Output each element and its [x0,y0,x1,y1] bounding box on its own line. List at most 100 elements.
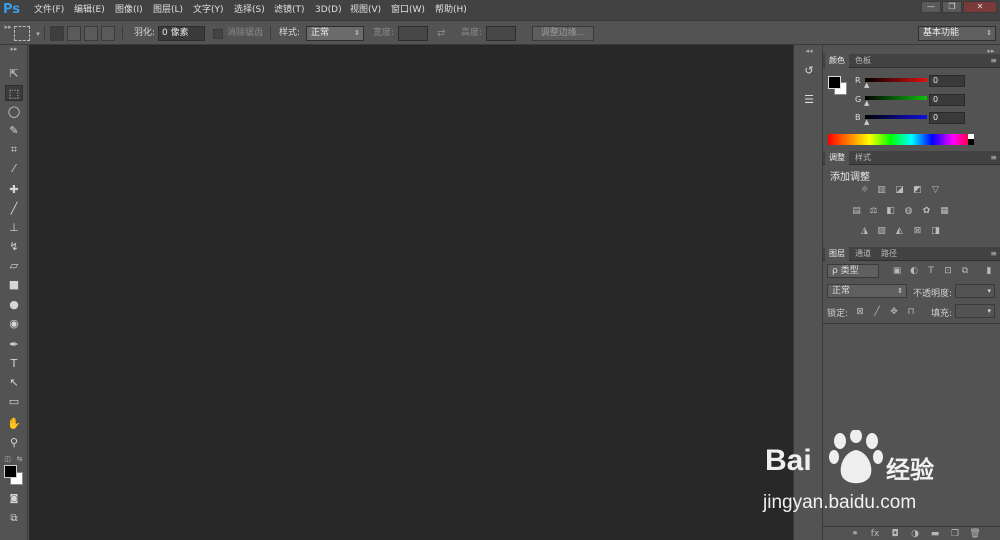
style-select[interactable]: 正常 ⇕ [306,26,364,41]
green-slider[interactable] [865,96,927,100]
green-value[interactable]: 0 [929,94,965,106]
minimize-button[interactable]: — [921,1,941,13]
swap-icon[interactable]: ⇄ [437,27,445,40]
properties-panel-icon[interactable]: ☰ [799,91,819,109]
photo-filter-icon[interactable]: ◍ [902,206,915,217]
layer-style-fx-icon[interactable]: fx [869,528,881,540]
dock-grip-icon[interactable]: ◂◂ [803,45,815,57]
marquee-preset-icon[interactable] [14,26,30,41]
menu-type[interactable]: 文字(Y) [193,3,224,17]
pen-tool-icon[interactable]: ✒ [5,337,23,353]
eraser-tool-icon[interactable]: ▱ [5,258,23,274]
refine-edge-button[interactable]: 调整边缘... [532,26,594,41]
dodge-tool-icon[interactable]: ◉ [5,316,23,332]
blend-mode-select[interactable]: 正常 ⇕ [827,284,907,298]
menu-image[interactable]: 图像(I) [115,3,143,17]
layers-panel-menu-icon[interactable]: ≡ [990,249,997,258]
collapse-grip-icon[interactable]: ▸▸ [2,21,14,33]
invert-icon[interactable]: ◮ [858,226,871,237]
fill-chevron-icon[interactable]: ▾ [987,305,991,317]
tab-channels[interactable]: 通道 [851,247,875,261]
healing-brush-tool-icon[interactable]: ✚ [5,182,23,198]
gradient-map-triangle-icon[interactable]: ▽ [929,185,942,196]
filter-shape-icon[interactable]: ⊡ [942,265,954,277]
marquee-tool-icon[interactable]: ⬚ [5,85,23,101]
menu-select[interactable]: 选择(S) [234,3,265,17]
toolbar-grip-icon[interactable]: ▸▸ [5,45,23,53]
layer-filter-select[interactable]: ρ 类型 [827,264,879,278]
tab-color[interactable]: 颜色 [825,54,849,68]
type-tool-icon[interactable]: T [5,356,23,372]
red-slider-thumb-icon[interactable]: ▲ [864,81,869,89]
color-fg-swatch[interactable] [828,76,841,89]
menu-layer[interactable]: 图层(L) [153,3,183,17]
menu-edit[interactable]: 编辑(E) [74,3,105,17]
antialias-checkbox[interactable] [213,29,223,39]
history-panel-icon[interactable]: ↺ [799,62,819,80]
opacity-chevron-icon[interactable]: ▾ [987,285,991,297]
delete-layer-icon[interactable]: 🗑 [969,528,981,540]
width-input[interactable] [398,26,428,41]
new-selection-icon[interactable] [50,26,64,41]
tab-adjustments[interactable]: 调整 [825,151,849,165]
canvas-area[interactable] [29,45,793,540]
intersect-selection-icon[interactable] [101,26,115,41]
color-spectrum-ramp[interactable] [828,134,974,145]
feather-input[interactable]: 0 像素 [158,26,205,41]
subtract-selection-icon[interactable] [84,26,98,41]
menu-3d[interactable]: 3D(D) [315,3,342,17]
clone-stamp-tool-icon[interactable]: ⊥ [5,220,23,236]
menu-filter[interactable]: 滤镜(T) [274,3,305,17]
color-balance-icon[interactable]: ⚖ [867,206,880,217]
filter-toggle-icon[interactable]: ▮ [985,265,993,277]
red-slider[interactable] [865,78,927,82]
history-brush-tool-icon[interactable]: ↯ [5,239,23,255]
quick-select-tool-icon[interactable]: ✎ [5,123,23,139]
move-tool-icon[interactable]: ⇱ [5,66,23,82]
new-layer-icon[interactable]: ❐ [949,528,961,540]
fill-input[interactable]: ▾ [955,304,995,318]
workspace-select[interactable]: 基本功能 ⇕ [918,26,996,41]
crop-tool-icon[interactable]: ⌗ [5,142,23,158]
gradient-map-icon[interactable]: ◨ [929,226,942,237]
zoom-tool-icon[interactable]: ⚲ [5,435,23,451]
filter-pixel-icon[interactable]: ▣ [891,265,903,277]
menu-help[interactable]: 帮助(H) [435,3,467,17]
brush-tool-icon[interactable]: ╱ [5,201,23,217]
shape-tool-icon[interactable]: ▭ [5,394,23,410]
close-button[interactable]: ✕ [963,1,997,13]
curves-icon[interactable]: ◪ [893,185,906,196]
gradient-tool-icon[interactable]: ■ [5,277,23,293]
menu-file[interactable]: 文件(F) [34,3,64,17]
red-value[interactable]: 0 [929,75,965,87]
menu-window[interactable]: 窗口(W) [391,3,425,17]
lock-transparent-icon[interactable]: ⊠ [854,306,866,318]
vibrance-icon[interactable]: ▤ [850,206,863,217]
height-input[interactable] [486,26,516,41]
exposure-icon[interactable]: ◩ [911,185,924,196]
default-colors-icon[interactable]: ◫ [3,453,12,463]
foreground-color-swatch[interactable] [4,465,17,478]
preset-chevron-down-icon[interactable]: ▾ [32,28,44,40]
color-panel-menu-icon[interactable]: ≡ [990,56,997,65]
tab-styles[interactable]: 样式 [851,151,875,165]
adjust-panel-menu-icon[interactable]: ≡ [990,153,997,162]
filter-adjustment-icon[interactable]: ◐ [908,265,920,277]
tab-layers[interactable]: 图层 [825,247,849,261]
restore-button[interactable]: ❐ [942,1,962,13]
blue-value[interactable]: 0 [929,112,965,124]
lasso-tool-icon[interactable]: ◯ [5,104,23,120]
filter-type-icon[interactable]: T [925,265,937,277]
green-slider-thumb-icon[interactable]: ▲ [864,99,869,107]
path-select-tool-icon[interactable]: ↖ [5,375,23,391]
add-mask-icon[interactable]: ◘ [889,528,901,540]
new-group-icon[interactable]: ▬ [929,528,941,540]
brightness-icon[interactable]: ☼ [858,185,871,196]
black-white-icon[interactable]: ◧ [884,206,897,217]
filter-smart-object-icon[interactable]: ⧉ [959,265,971,277]
screen-mode-icon[interactable]: ⧉ [5,511,23,527]
threshold-icon[interactable]: ◭ [893,226,906,237]
selective-color-icon[interactable]: ⊠ [911,226,924,237]
color-lookup-icon[interactable]: ▦ [938,206,951,217]
levels-icon[interactable]: ▥ [875,185,888,196]
